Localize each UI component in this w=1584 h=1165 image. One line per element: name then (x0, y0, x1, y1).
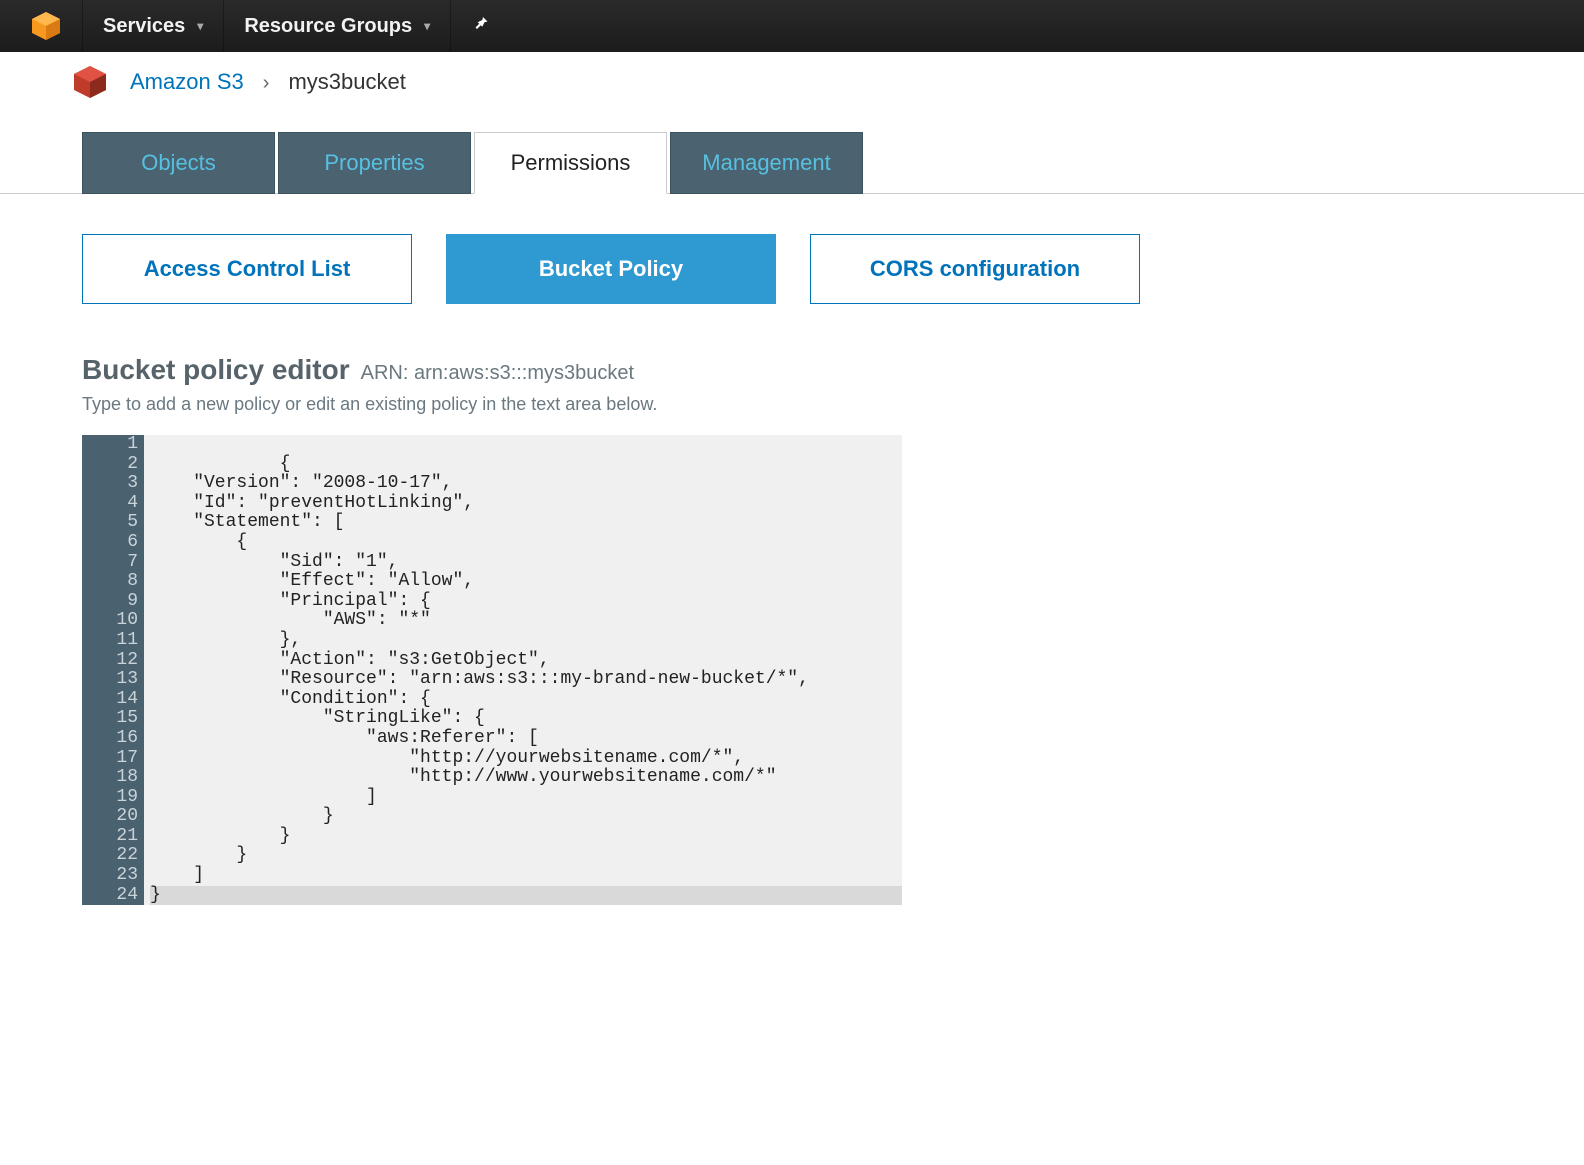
line-number: 4 (82, 494, 138, 514)
line-number: 11 (82, 631, 138, 651)
menu-services-label: Services (103, 15, 185, 38)
chevron-down-icon: ▾ (197, 19, 203, 33)
line-number: 14 (82, 690, 138, 710)
code-line: } (150, 886, 902, 906)
line-number: 8 (82, 572, 138, 592)
code-line: } (150, 807, 902, 827)
code-line: } (150, 846, 902, 866)
breadcrumb-root-link[interactable]: Amazon S3 (130, 69, 244, 94)
line-number: 15 (82, 709, 138, 729)
tab-properties[interactable]: Properties (278, 132, 471, 194)
code-line: "Condition": { (150, 690, 902, 710)
code-line: ] (150, 788, 902, 808)
tab-objects-label: Objects (141, 150, 216, 176)
line-number: 2 (82, 455, 138, 475)
code-line: "Id": "preventHotLinking", (150, 494, 902, 514)
code-line: { (150, 533, 902, 553)
menu-services[interactable]: Services ▾ (82, 0, 224, 52)
policy-editor[interactable]: 123456789101112131415161718192021222324 … (82, 435, 902, 905)
s3-bucket-icon (70, 62, 110, 102)
code-line: "Version": "2008-10-17", (150, 474, 902, 494)
line-number: 17 (82, 749, 138, 769)
subtab-bucket-policy[interactable]: Bucket Policy (446, 234, 776, 304)
line-number: 7 (82, 553, 138, 573)
line-number: 22 (82, 846, 138, 866)
line-number: 12 (82, 651, 138, 671)
subtab-cors-label: CORS configuration (870, 256, 1080, 282)
line-number: 19 (82, 788, 138, 808)
breadcrumb-separator-icon: › (263, 72, 270, 94)
editor-arn: ARN: arn:aws:s3:::mys3bucket (361, 362, 634, 384)
editor-title: Bucket policy editor (82, 354, 350, 385)
line-number: 21 (82, 827, 138, 847)
breadcrumb-current: mys3bucket (288, 69, 405, 94)
tab-management[interactable]: Management (670, 132, 863, 194)
code-line: "Statement": [ (150, 513, 902, 533)
line-number-gutter: 123456789101112131415161718192021222324 (82, 435, 144, 905)
code-line: "Sid": "1", (150, 553, 902, 573)
editor-subtitle: Type to add a new policy or edit an exis… (82, 394, 1544, 415)
code-line: }, (150, 631, 902, 651)
subtab-acl-label: Access Control List (144, 256, 351, 282)
line-number: 16 (82, 729, 138, 749)
code-line: } (150, 827, 902, 847)
line-number: 18 (82, 768, 138, 788)
code-line: { (150, 455, 902, 475)
permissions-subtabs: Access Control List Bucket Policy CORS c… (82, 234, 1544, 304)
tab-properties-label: Properties (324, 150, 424, 176)
line-number: 23 (82, 866, 138, 886)
code-line: "AWS": "*" (150, 611, 902, 631)
code-line: ] (150, 866, 902, 886)
tab-objects[interactable]: Objects (82, 132, 275, 194)
topbar: Services ▾ Resource Groups ▾ (0, 0, 1584, 52)
code-line: "Effect": "Allow", (150, 572, 902, 592)
code-line: "Principal": { (150, 592, 902, 612)
code-line: "Resource": "arn:aws:s3:::my-brand-new-b… (150, 670, 902, 690)
code-line: "Action": "s3:GetObject", (150, 651, 902, 671)
policy-code-area[interactable]: { "Version": "2008-10-17", "Id": "preven… (144, 435, 902, 905)
tab-management-label: Management (702, 150, 830, 176)
line-number: 20 (82, 807, 138, 827)
code-line: "http://www.yourwebsitename.com/*" (150, 768, 902, 788)
pin-icon[interactable] (471, 14, 489, 38)
breadcrumb-row: Amazon S3 › mys3bucket (0, 52, 1584, 132)
main-tabs: Objects Properties Permissions Managemen… (82, 132, 1584, 194)
code-line: "StringLike": { (150, 709, 902, 729)
line-number: 3 (82, 474, 138, 494)
subtab-cors[interactable]: CORS configuration (810, 234, 1140, 304)
subtab-acl[interactable]: Access Control List (82, 234, 412, 304)
tab-content: Access Control List Bucket Policy CORS c… (0, 194, 1584, 945)
line-number: 5 (82, 513, 138, 533)
code-line (150, 435, 902, 455)
menu-resource-groups-label: Resource Groups (244, 15, 412, 38)
tab-permissions[interactable]: Permissions (474, 132, 667, 194)
line-number: 6 (82, 533, 138, 553)
menu-resource-groups[interactable]: Resource Groups ▾ (224, 0, 451, 52)
line-number: 13 (82, 670, 138, 690)
tab-permissions-label: Permissions (511, 150, 631, 176)
chevron-down-icon: ▾ (424, 19, 430, 33)
aws-cube-icon (30, 10, 62, 42)
code-line: "aws:Referer": [ (150, 729, 902, 749)
line-number: 9 (82, 592, 138, 612)
line-number: 24 (82, 886, 138, 906)
editor-header: Bucket policy editor ARN: arn:aws:s3:::m… (82, 354, 1544, 415)
subtab-bucket-policy-label: Bucket Policy (539, 256, 683, 282)
code-line: "http://yourwebsitename.com/*", (150, 749, 902, 769)
line-number: 1 (82, 435, 138, 455)
line-number: 10 (82, 611, 138, 631)
breadcrumb: Amazon S3 › mys3bucket (130, 69, 406, 95)
